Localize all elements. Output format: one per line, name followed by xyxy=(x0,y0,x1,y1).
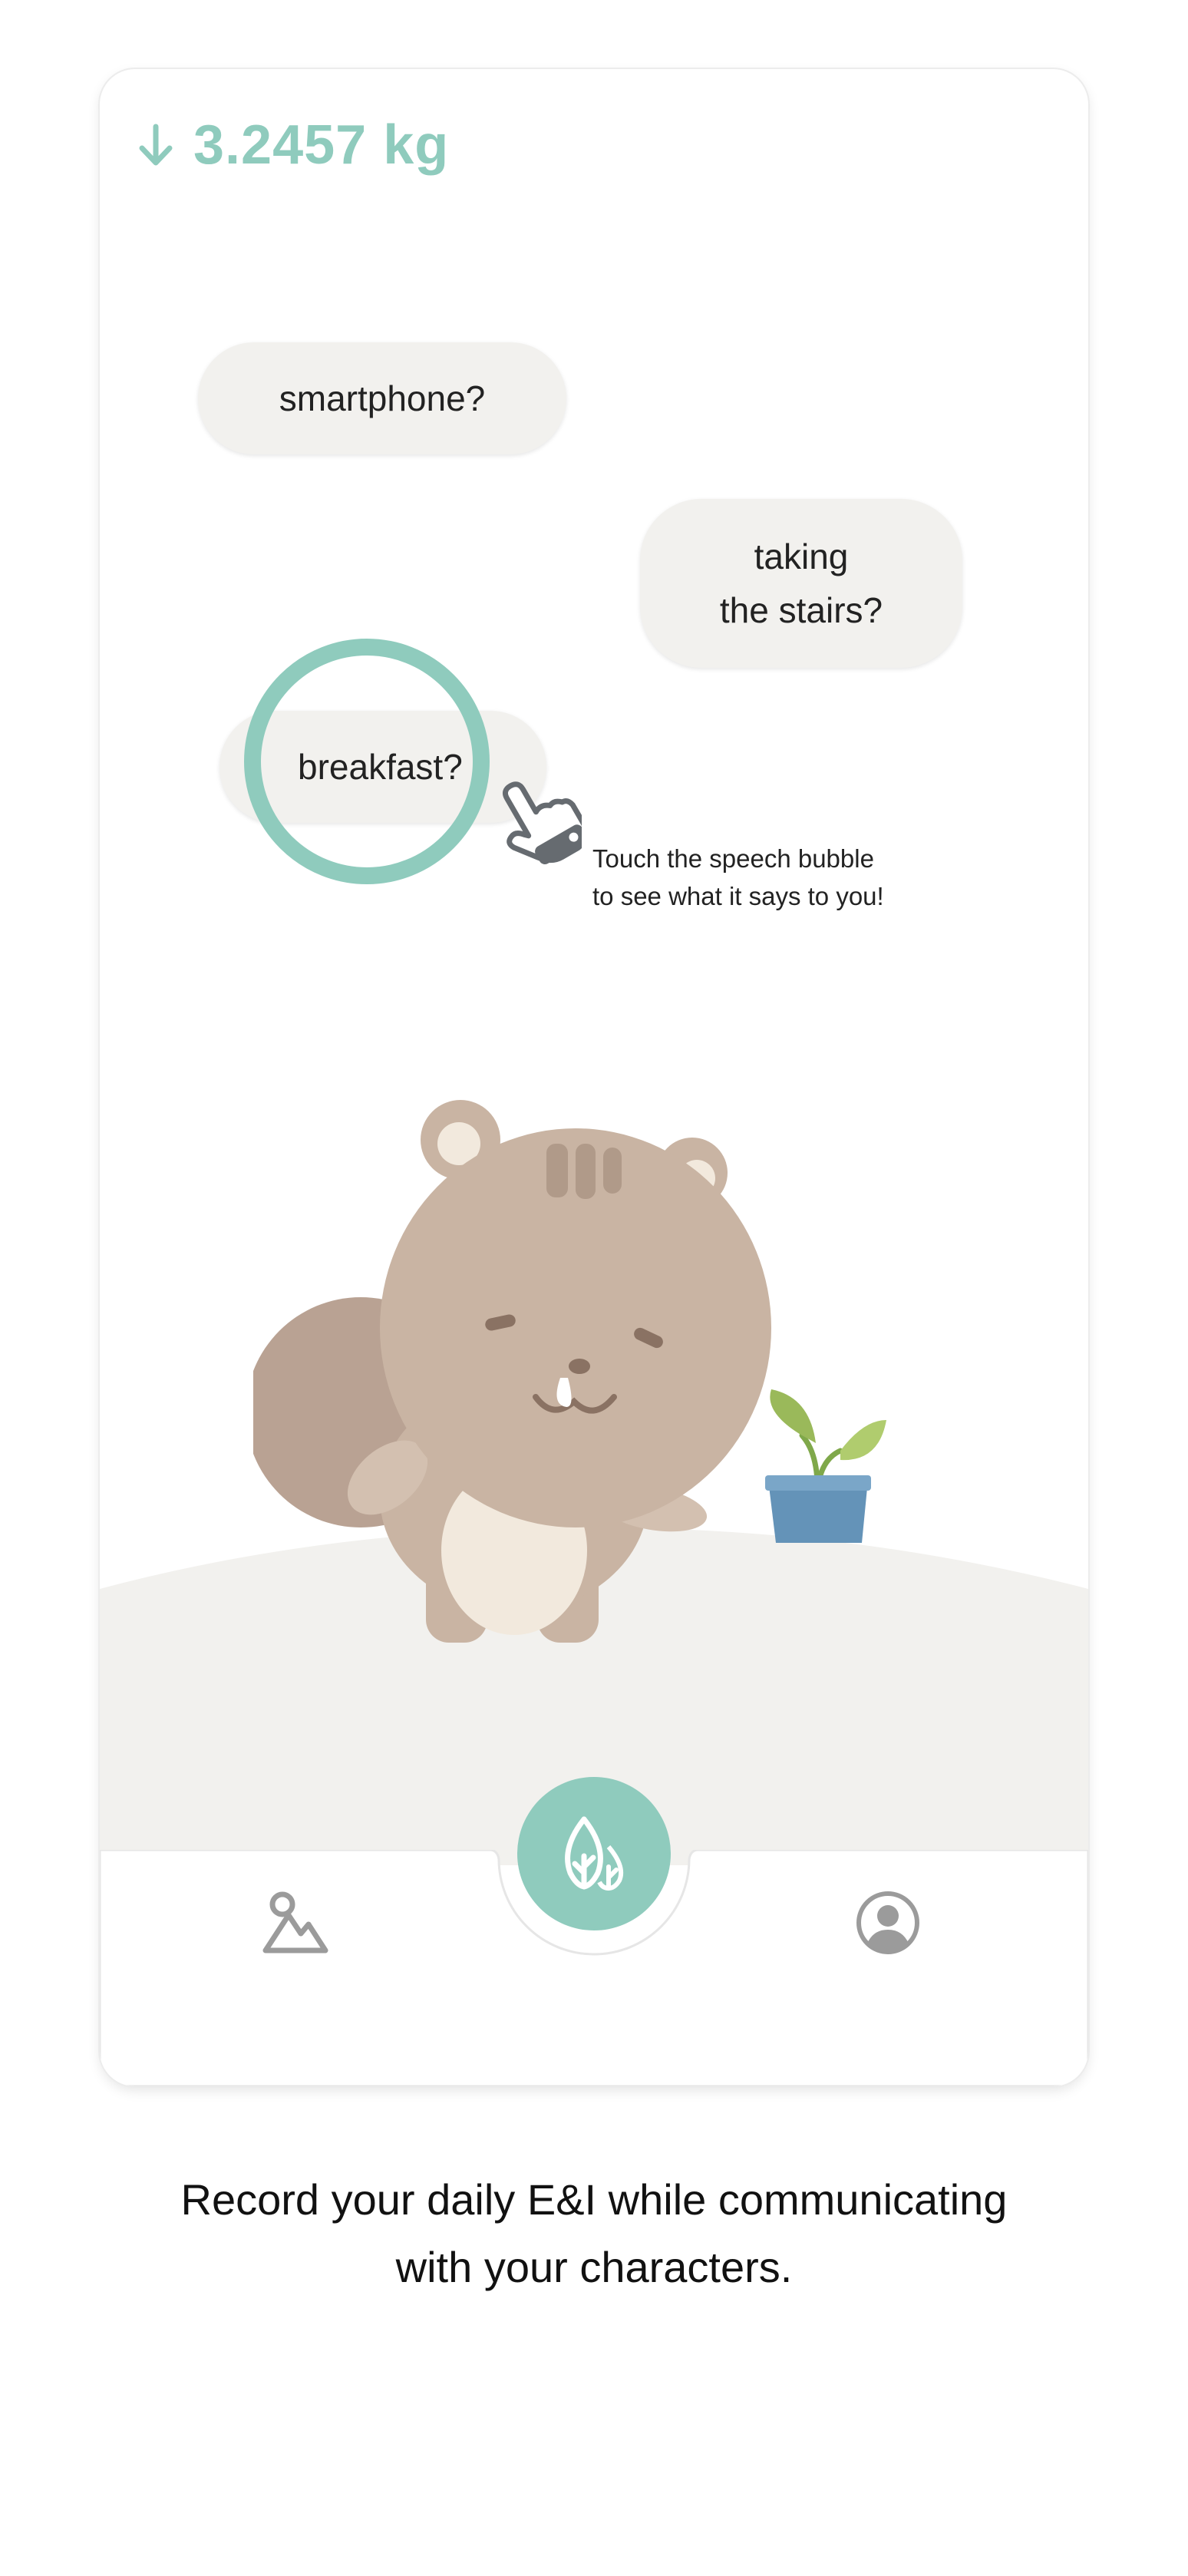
highlight-ring xyxy=(244,639,490,884)
arrow-down-icon xyxy=(139,124,173,166)
speech-bubble-stairs[interactable]: taking the stairs? xyxy=(640,499,962,668)
potted-plant xyxy=(765,1389,886,1543)
speech-bubble-smartphone[interactable]: smartphone? xyxy=(198,342,566,454)
leaves-icon xyxy=(565,1816,624,1891)
mountain-image-icon xyxy=(262,1891,328,1953)
reduction-value: 3.2457 kg xyxy=(193,114,450,176)
tab-home-leaves[interactable] xyxy=(517,1777,671,1930)
tab-gallery[interactable] xyxy=(253,1881,338,1965)
phone-frame: 3.2457 kg smartphone? taking the stairs?… xyxy=(100,69,1088,2086)
user-profile-icon xyxy=(856,1891,919,1954)
tap-hand-icon xyxy=(502,781,582,864)
squirrel-character xyxy=(253,1100,771,1643)
speech-bubble-label: smartphone? xyxy=(279,378,486,418)
tab-profile[interactable] xyxy=(846,1881,930,1965)
feature-caption: Record your daily E&I while communicatin… xyxy=(180,2175,1008,2291)
hint-text: Touch the speech bubble to see what it s… xyxy=(592,844,884,910)
carbon-reduction-status: 3.2457 kg xyxy=(138,114,449,177)
speech-bubble-label: taking the stairs? xyxy=(719,537,883,630)
